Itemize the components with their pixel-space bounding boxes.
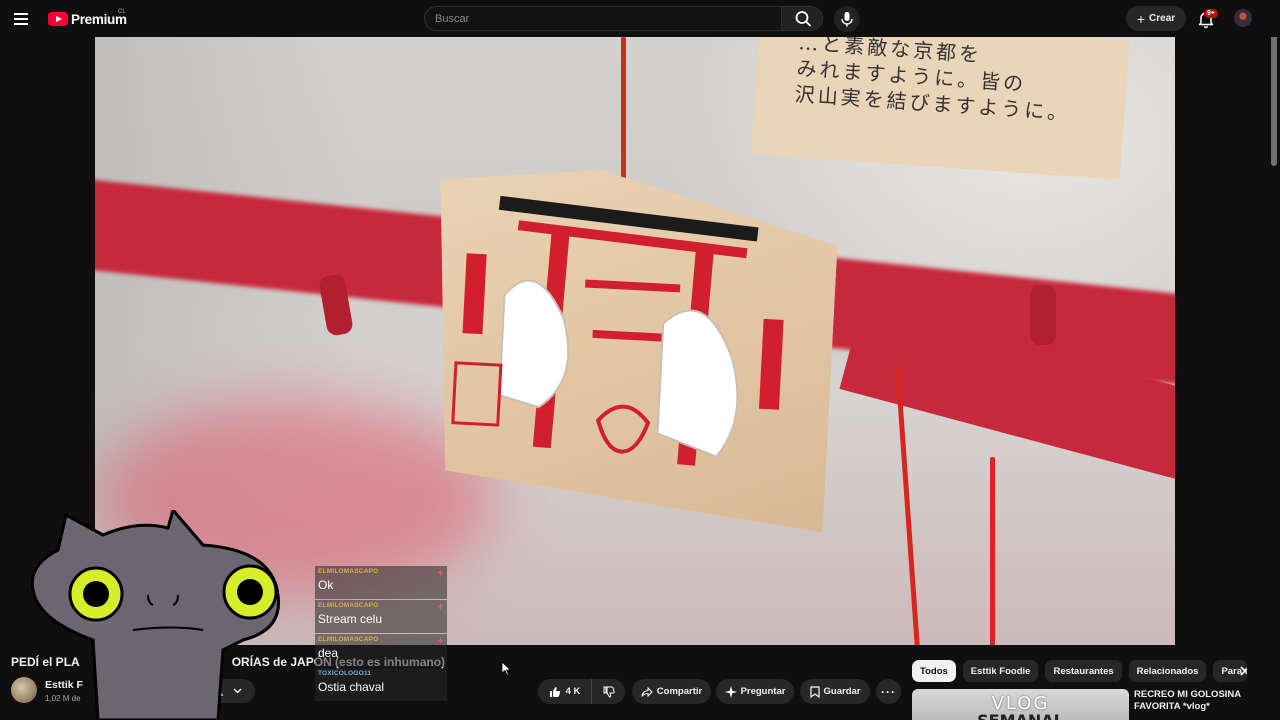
chip-esttik-foodie[interactable]: Esttik Foodie xyxy=(962,660,1039,682)
search-box xyxy=(424,6,781,31)
chat-username: ELMILOMASCAPO xyxy=(318,602,379,609)
ema-handwriting: …と素敵な京都を みれますように。皆の 沢山実を結びますように。 xyxy=(794,37,1072,126)
chat-message: ELMILOMASCAPO Stream celu xyxy=(315,600,447,633)
video-cord xyxy=(990,457,995,645)
share-label: Compartir xyxy=(656,686,703,697)
chip-relacionados[interactable]: Relacionados xyxy=(1128,660,1207,682)
more-dots-icon: ··· xyxy=(881,684,896,699)
ask-button[interactable]: Preguntar xyxy=(716,679,794,704)
like-count: 4 K xyxy=(565,686,581,697)
chat-message: TOXICOLOGO11 Ostia chaval xyxy=(315,668,447,701)
more-actions-button[interactable]: ··· xyxy=(876,679,901,704)
chat-username: TOXICOLOGO11 xyxy=(318,670,372,677)
ask-label: Preguntar xyxy=(740,686,786,697)
microphone-icon xyxy=(841,12,853,27)
chat-text: Ostia chaval xyxy=(318,680,385,694)
chat-username: ELMILOMASCAPO xyxy=(318,568,379,575)
search-button[interactable] xyxy=(781,6,823,31)
bookmark-icon xyxy=(809,685,820,698)
ema-plaque-back: …と素敵な京都を みれますように。皆の 沢山実を結びますように。 xyxy=(750,37,1130,180)
thumbnail-text-secondary: SEMANAL xyxy=(912,711,1129,720)
share-button[interactable]: Compartir xyxy=(632,679,711,704)
ema-plaque xyxy=(423,162,841,532)
country-code: CL xyxy=(118,9,126,15)
youtube-premium-logo[interactable]: Premium xyxy=(48,10,127,28)
chips-next-button[interactable] xyxy=(1232,660,1254,682)
save-button[interactable]: Guardar xyxy=(800,679,870,704)
like-button[interactable]: 4 K xyxy=(538,679,592,704)
page-scrollbar[interactable] xyxy=(1271,30,1277,166)
dislike-button[interactable] xyxy=(592,686,625,698)
chat-message: ELMILOMASCAPO Ok xyxy=(315,566,447,599)
top-bar: Premium CL + Crear 9+ xyxy=(0,0,1280,37)
save-label: Guardar xyxy=(823,686,861,697)
sparkle-icon xyxy=(724,685,737,698)
like-dislike-group: 4 K xyxy=(538,679,625,704)
recommendation-chips: Todos Esttik Foodie Restaurantes Relacio… xyxy=(912,660,1248,682)
chat-text: Stream celu xyxy=(318,612,383,626)
thumbs-down-icon xyxy=(603,686,615,698)
share-icon xyxy=(641,686,653,697)
cat-mascot-overlay xyxy=(30,510,281,720)
chat-username: ELMILOMASCAPO xyxy=(318,636,379,643)
create-button[interactable]: + Crear xyxy=(1126,6,1186,31)
recommendation-title[interactable]: RECREO MI GOLOSINA FAVORITA *vlog* xyxy=(1134,689,1254,713)
create-label: Crear xyxy=(1149,13,1176,24)
search-icon xyxy=(795,11,811,27)
chat-badge-icon xyxy=(437,569,444,576)
thumbs-up-icon xyxy=(549,686,560,697)
menu-icon[interactable] xyxy=(12,8,36,28)
video-peg xyxy=(1030,285,1056,345)
voice-search-button[interactable] xyxy=(834,6,860,32)
plus-icon: + xyxy=(1136,10,1146,27)
recommendation-thumbnail[interactable]: VLOG SEMANAL xyxy=(912,689,1129,720)
torii-fox-illustration xyxy=(423,162,841,532)
chat-message: ELMILOMASCAPO dea xyxy=(315,634,447,667)
account-avatar[interactable] xyxy=(1234,9,1252,27)
chip-restaurantes[interactable]: Restaurantes xyxy=(1045,660,1122,682)
chat-badge-icon xyxy=(437,637,444,644)
chip-todos[interactable]: Todos xyxy=(912,660,956,682)
chevron-right-icon xyxy=(1240,666,1247,676)
notifications-badge: 9+ xyxy=(1204,9,1218,18)
video-cord xyxy=(621,37,626,187)
youtube-play-icon xyxy=(48,12,68,26)
chat-overlay: ELMILOMASCAPO Ok ELMILOMASCAPO Stream ce… xyxy=(315,566,447,702)
chat-text: Ok xyxy=(318,578,334,592)
chat-badge-icon xyxy=(437,603,444,610)
chat-text: dea xyxy=(318,646,339,660)
mouse-cursor-icon xyxy=(502,662,512,676)
search-input[interactable] xyxy=(425,7,781,30)
